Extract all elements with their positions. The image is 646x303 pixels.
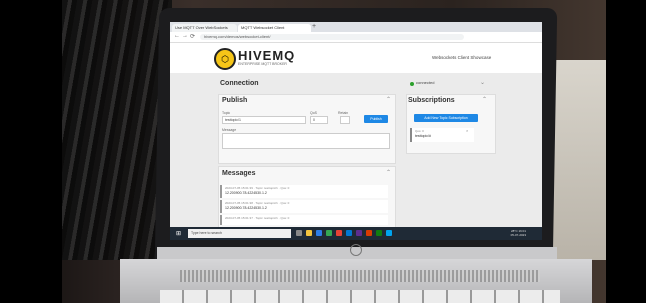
connection-title[interactable]: Connection bbox=[220, 80, 259, 87]
app-header: ⬡ HIVEMQ ENTERPRISE MQTT BROKER Websocke… bbox=[170, 43, 542, 73]
subscription-item[interactable]: Qos: 0 testtopic/# × bbox=[410, 128, 474, 142]
app-icon[interactable] bbox=[336, 230, 342, 236]
hp-logo-icon bbox=[350, 244, 362, 256]
system-tray[interactable]: 28°C 16:01 05-07-2023 bbox=[511, 229, 526, 237]
retain-label: Retain bbox=[338, 111, 349, 115]
message-time: 2023-07-05 15:01:39 bbox=[225, 186, 253, 190]
speaker-grill bbox=[180, 270, 540, 282]
connected-status-icon bbox=[410, 82, 414, 86]
qos-label: QoS bbox=[310, 111, 318, 115]
subscription-qos: Qos: 0 bbox=[415, 129, 424, 133]
message-topic: Topic: testtopic/1 bbox=[255, 186, 278, 190]
topic-label: Topic bbox=[222, 111, 231, 115]
edge-icon[interactable] bbox=[316, 230, 322, 236]
browser-tab[interactable]: Use MQTT Over WebSockets bbox=[172, 24, 237, 32]
publish-title: Publish bbox=[222, 97, 248, 104]
app-icon[interactable] bbox=[376, 230, 382, 236]
message-qos: Qos: 0 bbox=[280, 216, 290, 220]
browser-tab-active[interactable]: MQTT Websocket Client bbox=[238, 24, 311, 32]
message-item: 2023-07-05 15:01:37 · Topic: testtopic/1… bbox=[220, 215, 388, 225]
task-view-icon[interactable] bbox=[296, 230, 302, 236]
forward-icon[interactable]: → bbox=[182, 33, 188, 39]
message-body: 12.200900.78.4224530.1.2 bbox=[225, 206, 267, 210]
photo-scene: Use MQTT Over WebSockets MQTT Websocket … bbox=[0, 0, 646, 303]
subscriptions-title: Subscriptions bbox=[408, 97, 455, 104]
laptop-screen: Use MQTT Over WebSockets MQTT Websocket … bbox=[170, 22, 542, 240]
message-time: 2023-07-05 15:01:37 bbox=[225, 216, 253, 220]
file-explorer-icon[interactable] bbox=[306, 230, 312, 236]
message-topic: Topic: testtopic/1 bbox=[255, 216, 278, 220]
windows-start-icon[interactable]: ⊞ bbox=[176, 230, 181, 237]
message-topic: Topic: testtopic/1 bbox=[255, 201, 278, 205]
publish-panel bbox=[218, 94, 396, 164]
app-icon[interactable] bbox=[356, 230, 362, 236]
back-icon[interactable]: ← bbox=[174, 33, 180, 39]
letterbox-right bbox=[606, 0, 646, 303]
windows-taskbar: ⊞ Type here to search 28°C 16:01 05-07-2… bbox=[170, 227, 542, 240]
brand-name: HIVEMQ bbox=[238, 48, 296, 63]
publish-button[interactable]: Publish bbox=[364, 115, 388, 123]
url-field[interactable]: hivemq.com/demos/websocket-client/ bbox=[200, 34, 464, 40]
message-body: 12.200900.78.4224530.1.2 bbox=[225, 191, 267, 195]
add-subscription-button[interactable]: Add New Topic Subscription bbox=[414, 114, 478, 122]
retain-checkbox[interactable] bbox=[340, 116, 350, 124]
reload-icon[interactable]: ⟳ bbox=[190, 33, 195, 40]
new-tab-button[interactable]: + bbox=[312, 23, 316, 30]
connection-status: connected bbox=[416, 80, 435, 85]
browser-tabstrip: Use MQTT Over WebSockets MQTT Websocket … bbox=[170, 22, 542, 32]
message-textarea[interactable] bbox=[222, 133, 390, 149]
client-title: Websockets Client Showcase bbox=[432, 55, 492, 60]
qos-select[interactable]: 0 bbox=[310, 116, 328, 124]
hivemq-logo-icon: ⬡ bbox=[214, 48, 236, 70]
publish-collapse-icon[interactable]: ⌃ bbox=[386, 96, 391, 103]
message-item: 2023-07-05 15:01:38 · Topic: testtopic/1… bbox=[220, 200, 388, 213]
chrome-icon[interactable] bbox=[326, 230, 332, 236]
message-qos: Qos: 0 bbox=[280, 201, 290, 205]
message-qos: Qos: 0 bbox=[280, 186, 290, 190]
messages-collapse-icon[interactable]: ⌃ bbox=[386, 169, 391, 176]
store-icon[interactable] bbox=[346, 230, 352, 236]
topic-input[interactable]: testtopic/1 bbox=[222, 116, 306, 124]
browser-address-bar: ← → ⟳ hivemq.com/demos/websocket-client/ bbox=[170, 32, 542, 43]
subscription-topic: testtopic/# bbox=[415, 134, 431, 138]
message-label: Message bbox=[222, 128, 237, 132]
taskbar-search[interactable]: Type here to search bbox=[188, 229, 291, 238]
connection-collapse-icon[interactable]: ⌄ bbox=[480, 79, 485, 86]
tray-date: 05-07-2023 bbox=[510, 233, 526, 237]
messages-title: Messages bbox=[222, 170, 256, 177]
unsubscribe-icon[interactable]: × bbox=[466, 128, 468, 133]
brand-subtitle: ENTERPRISE MQTT BROKER bbox=[238, 62, 287, 66]
keyboard-row bbox=[160, 290, 560, 303]
message-time: 2023-07-05 15:01:38 bbox=[225, 201, 253, 205]
subscriptions-collapse-icon[interactable]: ⌃ bbox=[482, 96, 487, 103]
app-icon[interactable] bbox=[366, 230, 372, 236]
letterbox-left bbox=[0, 0, 62, 303]
app-icon[interactable] bbox=[386, 230, 392, 236]
message-item: 2023-07-05 15:01:39 · Topic: testtopic/1… bbox=[220, 185, 388, 198]
